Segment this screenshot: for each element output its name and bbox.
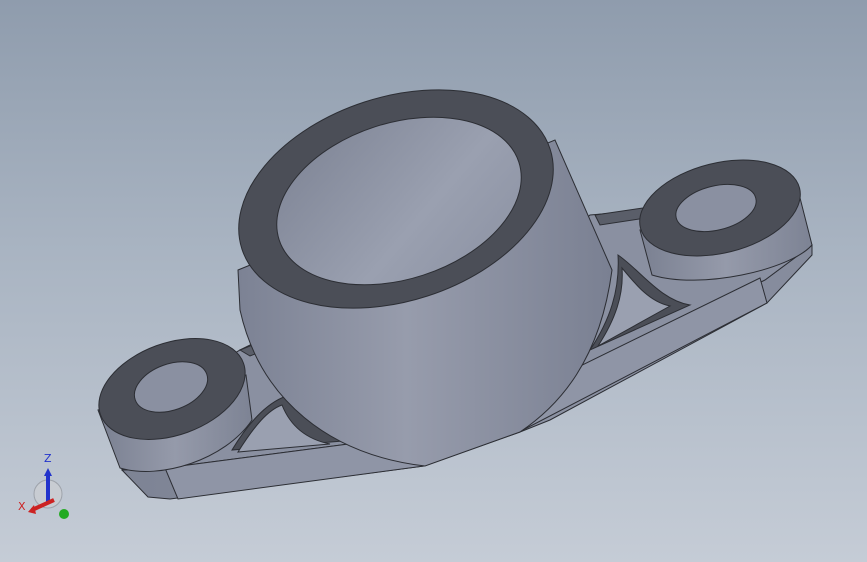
mounting-boss-right[interactable] (630, 144, 813, 281)
x-axis-arrow-icon (28, 505, 36, 514)
x-axis-label: X (18, 500, 26, 513)
orientation-triad[interactable]: Z X (14, 448, 78, 524)
graphics-viewport[interactable]: Z X (0, 0, 867, 562)
z-axis-label: Z (44, 452, 52, 465)
y-axis-dot-icon (59, 509, 69, 519)
model-view[interactable] (0, 0, 867, 562)
z-axis-arrow-icon (44, 468, 52, 476)
